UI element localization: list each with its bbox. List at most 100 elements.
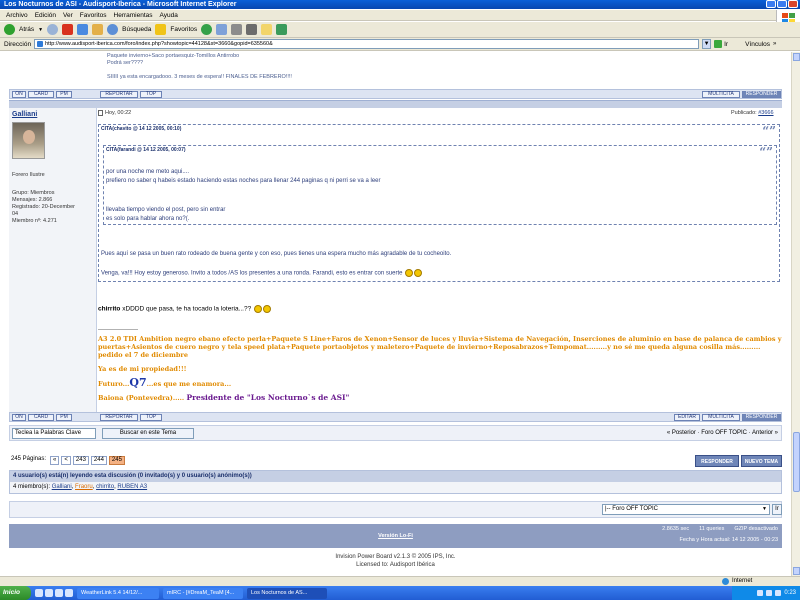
quick-launch-icon[interactable]	[35, 589, 43, 597]
post-page-icon	[98, 110, 103, 116]
forum-jump-value: |-- Foro OFF TOPIC	[605, 506, 659, 512]
card-button[interactable]: CARD	[28, 414, 54, 421]
tray-icon[interactable]	[757, 590, 764, 596]
copyright-powered: Invision Power Board v2.1.3 © 2005 IPS, …	[335, 554, 456, 560]
links-chevron-icon[interactable]: »	[773, 41, 776, 47]
pm-button[interactable]: PM	[56, 91, 72, 98]
minimize-button[interactable]	[766, 0, 776, 8]
go-button[interactable]: Ir	[714, 40, 728, 48]
address-input[interactable]: http://www.audisport-iberica.com/foro/in…	[34, 39, 700, 49]
online-badge[interactable]: ON	[12, 414, 26, 421]
lofi-link[interactable]: Versión Lo-Fi	[9, 533, 782, 539]
address-dropdown-icon[interactable]: ▼	[702, 39, 712, 49]
search-button[interactable]: Búsqueda	[122, 26, 151, 33]
search-input[interactable]: Teclea la Palabras Clave	[12, 428, 96, 439]
multiquote-button[interactable]: MULTICITA	[702, 91, 740, 98]
member-link[interactable]: Fraoru	[75, 484, 93, 490]
smiley-icon	[263, 305, 272, 313]
menu-ayuda[interactable]: Ayuda	[160, 12, 178, 19]
topic-navigation[interactable]: « Posterior · Foro OFF TOPIC · Anterior …	[667, 430, 778, 436]
forum-jump-go-button[interactable]: Ir	[772, 504, 782, 515]
start-button[interactable]: Inicio	[0, 586, 31, 600]
forum-jump-select[interactable]: |-- Foro OFF TOPIC ▼	[602, 504, 770, 515]
close-button[interactable]	[788, 0, 798, 8]
quick-launch-icon[interactable]	[45, 589, 53, 597]
post-permalink[interactable]: #3666	[758, 110, 773, 116]
reply-topic-button[interactable]: RESPONDER	[695, 455, 739, 467]
quote-inner-line: prefiero no saber q habeis estado hacien…	[106, 178, 381, 184]
mail-icon[interactable]	[216, 24, 228, 35]
favorites-star-icon[interactable]	[155, 24, 167, 35]
quick-launch-icon[interactable]	[65, 589, 73, 597]
menu-archivo[interactable]: Archivo	[6, 12, 28, 19]
scroll-up-icon[interactable]	[793, 53, 800, 61]
footer-queries[interactable]: 11 queries	[699, 526, 724, 532]
task-internet-explorer[interactable]: Los Nocturnos de AS...	[247, 587, 327, 599]
top-button[interactable]: TOP	[140, 91, 162, 98]
maximize-button[interactable]	[777, 0, 787, 8]
page-prev[interactable]: <	[61, 456, 71, 465]
home-icon[interactable]	[92, 24, 104, 35]
refresh-icon[interactable]	[77, 24, 89, 35]
edit-button[interactable]: EDITAR	[674, 414, 700, 421]
new-topic-button[interactable]: NUEVO TEMA	[741, 455, 782, 467]
tray-icon[interactable]	[766, 590, 773, 596]
author-name[interactable]: Galliani	[12, 111, 37, 118]
reply-text: xDDDD que pasa, te ha tocado la loteria.…	[122, 305, 252, 313]
page-link[interactable]: 243	[72, 456, 89, 465]
quote-outer-line: Pues aquí se pasa un buen rato rodeado d…	[101, 251, 452, 257]
task-weatherlink[interactable]: WeatherLink 5.4 14/12/...	[77, 587, 159, 599]
previous-post-line: Podrá ser????	[107, 60, 144, 66]
forward-arrow-icon[interactable]	[47, 24, 59, 35]
discuss-icon[interactable]	[261, 24, 273, 35]
avatar	[12, 122, 45, 159]
clock: 0:23	[784, 590, 796, 596]
links-label[interactable]: Vínculos	[745, 41, 770, 48]
favorites-button[interactable]: Favoritos	[170, 26, 197, 33]
pm-button[interactable]: PM	[56, 414, 72, 421]
stop-icon[interactable]	[62, 24, 74, 35]
history-icon[interactable]	[201, 24, 213, 35]
back-dropdown-icon[interactable]: ▼	[38, 27, 43, 33]
search-topic-button[interactable]: Buscar en este Tema	[102, 428, 194, 439]
quote-outer-text: Venga, va!!! Hoy estoy generoso. Invito …	[101, 270, 403, 277]
back-button[interactable]: Atrás	[19, 26, 34, 33]
reply-button[interactable]: RESPONDER	[742, 414, 781, 421]
menu-ver[interactable]: Ver	[63, 12, 73, 19]
scrollbar-thumb[interactable]	[793, 432, 800, 492]
member-link[interactable]: Galliani	[52, 484, 72, 490]
zone-label: Internet	[732, 578, 753, 584]
online-badge[interactable]: ON	[12, 91, 26, 98]
messenger-icon[interactable]	[276, 24, 288, 35]
pagination-label[interactable]: 245 Páginas:	[9, 456, 48, 465]
signature-location: Baiona (Pontevedra).....	[98, 394, 185, 402]
page-first[interactable]: «	[50, 456, 60, 465]
member-link[interactable]: chirrito	[96, 484, 114, 490]
footer-date: Fecha y Hora actual: 14 12 2005 - 00:23	[679, 537, 778, 543]
menu-favoritos[interactable]: Favoritos	[80, 12, 107, 19]
quick-launch-icon[interactable]	[55, 589, 63, 597]
print-icon[interactable]	[231, 24, 243, 35]
menu-herramientas[interactable]: Herramientas	[114, 12, 153, 19]
page-link[interactable]: 244	[90, 456, 107, 465]
tray-icon[interactable]	[775, 590, 782, 596]
report-button[interactable]: REPORTAR	[100, 91, 138, 98]
menu-edicion[interactable]: Edición	[35, 12, 56, 19]
search-icon[interactable]	[107, 24, 119, 35]
previous-post-text: Paquete invierno+Saco portaesquiz-Tomill…	[107, 53, 292, 81]
top-button[interactable]: TOP	[140, 414, 162, 421]
scroll-down-icon[interactable]	[793, 567, 800, 575]
report-button[interactable]: REPORTAR	[100, 414, 138, 421]
reply-button[interactable]: RESPONDER	[742, 91, 781, 98]
vertical-scrollbar[interactable]	[791, 52, 800, 576]
quote-outer-title: CITA(chavito @ 14 12 2005, 00:10)	[101, 126, 182, 132]
go-label: Ir	[724, 40, 729, 48]
task-mirc[interactable]: mIRC - [#DreaM_TeaM [4...	[163, 587, 243, 599]
edit-icon[interactable]	[246, 24, 258, 35]
multiquote-button[interactable]: MULTICITA	[702, 414, 740, 421]
member-link[interactable]: RUBEN A3	[117, 484, 147, 490]
forum-jump-bar: |-- Foro OFF TOPIC ▼ Ir	[9, 501, 782, 518]
back-arrow-icon[interactable]	[4, 24, 15, 35]
author-registered: Registrado: 20-December	[12, 204, 75, 210]
card-button[interactable]: CARD	[28, 91, 54, 98]
